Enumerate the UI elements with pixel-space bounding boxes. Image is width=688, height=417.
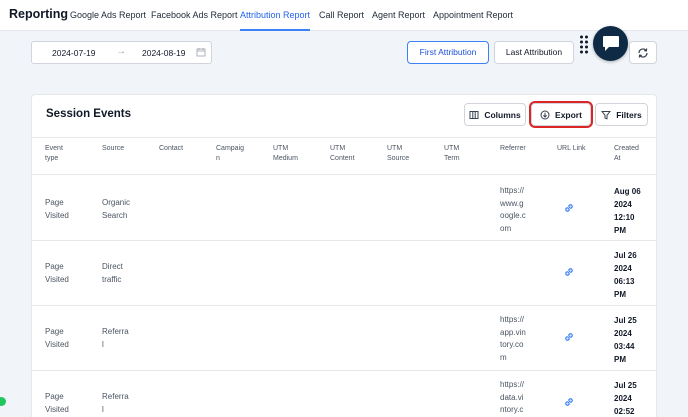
top-nav: Reporting Google Ads Report Facebook Ads… — [0, 0, 688, 31]
referrer-cell: https://www.g oogle.c om — [500, 186, 526, 233]
referrer-cell: https://data.vintory.com — [500, 380, 525, 414]
columns-icon — [469, 110, 479, 119]
tab-call-report[interactable]: Call Report — [319, 0, 364, 31]
table-row: Page Visited Referra l https://app.vin tory… — [32, 306, 656, 371]
source-cell: Referra l — [102, 392, 129, 414]
export-button[interactable]: Export — [529, 101, 593, 128]
table-row: Page Visited Direct traffic Jul 26 2024 06:1… — [32, 241, 656, 306]
link-icon[interactable] — [563, 396, 575, 408]
chat-bubble-icon — [602, 36, 619, 51]
col-referrer[interactable]: Referrer — [500, 144, 526, 154]
status-dot-icon — [0, 397, 6, 406]
tab-attribution-report[interactable]: Attribution Report — [240, 0, 311, 31]
col-event-type[interactable]: Event type — [45, 144, 63, 164]
col-contact[interactable]: Contact — [159, 144, 183, 154]
last-attribution-button[interactable]: Last Attribution — [494, 41, 574, 64]
col-utm-source[interactable]: UTM Source — [387, 144, 409, 164]
filters-button[interactable]: Filters — [595, 103, 648, 126]
first-attribution-button[interactable]: First Attribution — [407, 41, 489, 64]
tab-facebook-ads-report[interactable]: Facebook Ads Report — [151, 0, 238, 31]
end-date[interactable]: 2024-08-19 — [142, 48, 185, 58]
tab-google-ads-report[interactable]: Google Ads Report — [70, 0, 146, 31]
event-type-cell: Page Visited — [45, 198, 69, 220]
export-icon — [540, 110, 550, 119]
referrer-cell: https://app.vin tory.co m — [500, 315, 526, 362]
table-header: Event type Source Contact Campaig n UTM Med… — [32, 137, 656, 175]
created-at-cell: Aug 06 2024 12:10 PM — [614, 187, 641, 235]
source-cell: Direct traffic — [102, 262, 123, 284]
source-cell: Organic Search — [102, 198, 131, 220]
tab-appointment-report[interactable]: Appointment Report — [433, 0, 513, 31]
refresh-icon — [638, 47, 648, 58]
session-events-card: Session Events Columns Export Filters Ev… — [31, 94, 657, 417]
card-title: Session Events — [46, 108, 132, 120]
filters-label: Filters — [616, 109, 642, 120]
created-at-cell: Jul 25 2024 03:44 PM — [614, 316, 637, 364]
date-arrow-icon: → — [116, 46, 126, 57]
filter-icon — [601, 110, 612, 120]
export-label: Export — [555, 109, 582, 120]
col-created-at[interactable]: Created At — [614, 144, 639, 164]
columns-label: Columns — [484, 109, 521, 120]
col-utm-content[interactable]: UTM Content — [330, 144, 355, 164]
columns-button[interactable]: Columns — [464, 103, 526, 126]
col-campaign[interactable]: Campaig n — [216, 144, 244, 164]
table-row: Page Visited Referra l https://data.vi ntor… — [32, 371, 656, 417]
col-utm-medium[interactable]: UTM Medium — [273, 144, 298, 164]
date-range-picker[interactable]: 2024-07-19 → 2024-08-19 — [31, 41, 212, 64]
col-utm-term[interactable]: UTM Term — [444, 144, 460, 164]
table-row: Page Visited Organic Search https://www.g o… — [32, 176, 656, 241]
event-type-cell: Page Visited — [45, 392, 69, 414]
chat-widget-button[interactable] — [593, 26, 628, 61]
col-url-link[interactable]: URL Link — [557, 144, 586, 154]
link-icon[interactable] — [563, 266, 575, 278]
refresh-button[interactable] — [629, 41, 657, 64]
created-at-cell: Jul 25202402:52PM — [614, 381, 637, 416]
event-type-cell: Page Visited — [45, 262, 69, 284]
start-date[interactable]: 2024-07-19 — [52, 48, 95, 58]
tab-agent-report[interactable]: Agent Report — [372, 0, 425, 31]
calendar-icon — [196, 48, 206, 57]
event-type-cell: Page Visited — [45, 327, 69, 349]
col-source[interactable]: Source — [102, 144, 124, 154]
drag-handle-icon[interactable] — [579, 34, 589, 56]
brand-title: Reporting — [9, 7, 69, 21]
created-at-cell: Jul 26 2024 06:13 PM — [614, 251, 637, 299]
link-icon[interactable] — [563, 331, 575, 343]
link-icon[interactable] — [563, 202, 575, 214]
source-cell: Referra l — [102, 327, 129, 349]
